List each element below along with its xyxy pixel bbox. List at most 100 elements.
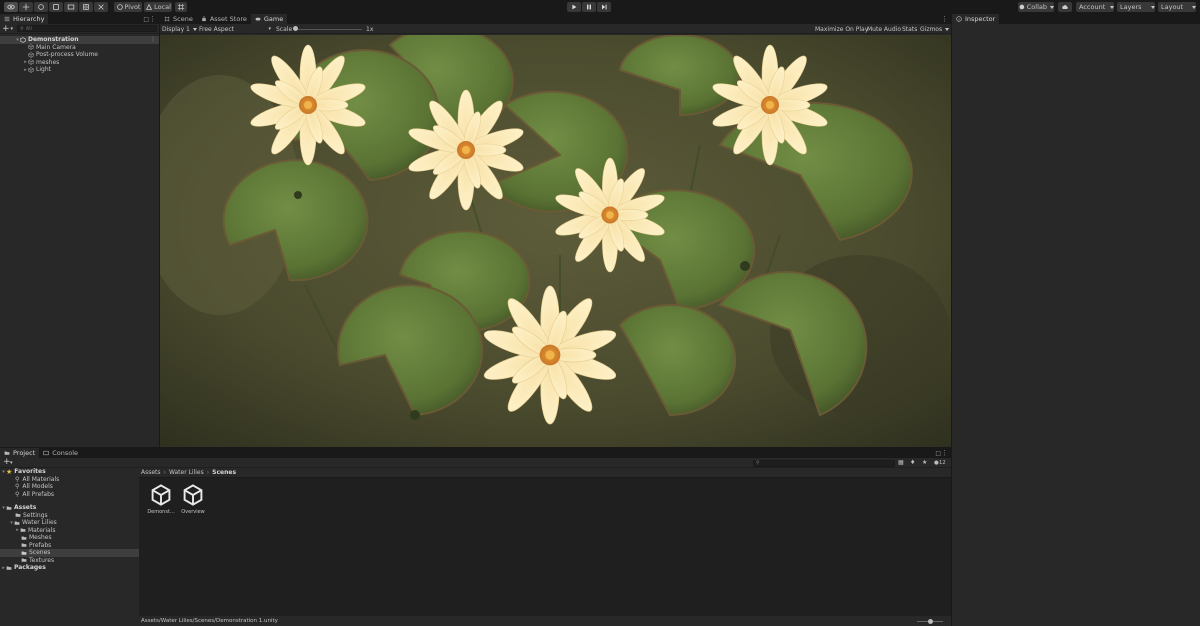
rect-tool-icon (67, 4, 75, 10)
unity-logo-icon (151, 484, 171, 506)
hierarchy-scene-row[interactable]: ▾ Demonstration ⋮ (0, 36, 159, 44)
console-tab-label: Console (52, 449, 79, 457)
chevron-right-icon: › (206, 469, 210, 476)
gizmos-dropdown[interactable]: Gizmos (920, 25, 949, 33)
pause-button[interactable] (582, 2, 596, 12)
folder-item[interactable]: Meshes (0, 534, 139, 542)
folder-item-selected[interactable]: Scenes (0, 549, 139, 557)
favorite-item[interactable]: ⚲ All Models (0, 483, 139, 491)
filter-label-icon[interactable]: ♦ (910, 459, 915, 466)
more-menu-icon[interactable]: ⋮ (149, 15, 156, 23)
favorite-item[interactable]: ⚲ All Prefabs (0, 491, 139, 499)
play-button[interactable] (567, 2, 581, 12)
tab-game-label: Game (263, 15, 284, 23)
visible-count-value: 12 (938, 460, 946, 466)
chevron-down-icon[interactable]: ▾ (10, 460, 13, 466)
folder-item[interactable]: Textures (0, 557, 139, 565)
project-search-input[interactable]: ⚲ (753, 459, 895, 467)
tab-hierarchy[interactable]: Hierarchy (0, 14, 49, 24)
hierarchy-item[interactable]: ▸ meshes (0, 59, 159, 67)
local-toggle[interactable]: Local (144, 2, 172, 12)
tab-console[interactable]: Console (39, 448, 82, 458)
breadcrumb-item-current[interactable]: Scenes (212, 469, 236, 476)
unity-scene-icon (20, 37, 26, 43)
layout-dropdown[interactable]: Layout (1158, 2, 1196, 12)
tab-inspector[interactable]: Inspector (952, 14, 1000, 24)
stats-toggle[interactable]: Stats (902, 26, 917, 33)
assets-row[interactable]: ▾ Assets (0, 504, 139, 512)
scene-menu-icon[interactable]: ⋮ (150, 36, 156, 43)
move-tool-button[interactable] (19, 2, 33, 12)
icon-size-slider-handle[interactable] (928, 618, 933, 624)
packages-row[interactable]: ▸ Packages (0, 564, 139, 572)
hierarchy-item[interactable]: Post-process Volume (0, 51, 159, 59)
unity-logo-icon (183, 484, 203, 506)
add-object-icon[interactable]: + (2, 24, 10, 34)
cloud-button[interactable] (1058, 2, 1072, 12)
gamepad-icon (255, 17, 261, 21)
game-viewport[interactable] (160, 35, 951, 447)
hierarchy-item[interactable]: Main Camera (0, 44, 159, 52)
transform-icon (83, 4, 89, 10)
visible-count: ●12 (934, 460, 946, 466)
aspect-dropdown[interactable]: Free Aspect ▾ (199, 25, 271, 33)
scene-file-item[interactable]: Demonst... (143, 482, 179, 518)
transform-tool-button[interactable] (79, 2, 93, 12)
step-button[interactable] (597, 2, 611, 12)
rotate-tool-button[interactable] (34, 2, 48, 12)
tab-scene[interactable]: Scene (160, 14, 197, 24)
breadcrumb-item[interactable]: Water Lilies (169, 469, 204, 476)
grid-snap-button[interactable] (175, 2, 187, 12)
breadcrumb-item[interactable]: Assets (141, 469, 161, 476)
hierarchy-item[interactable]: ▸ Light (0, 66, 159, 74)
list-icon (4, 16, 10, 22)
scale-slider[interactable] (294, 28, 362, 30)
chevron-down-icon[interactable]: ▾ (11, 26, 14, 32)
hierarchy-search-input[interactable]: ⚲ All (17, 25, 157, 32)
rect-tool-button[interactable] (64, 2, 78, 12)
tab-scene-label: Scene (173, 15, 193, 23)
favorites-label: Favorites (14, 468, 46, 476)
more-menu-icon[interactable]: ⋮ (941, 449, 948, 457)
custom-tool-button[interactable] (94, 2, 108, 12)
collab-icon (1019, 4, 1025, 10)
folder-label: Materials (28, 526, 56, 534)
cube-icon (28, 59, 34, 65)
favorite-item[interactable]: ⚲ All Materials (0, 476, 139, 484)
account-dropdown[interactable]: Account (1076, 2, 1114, 12)
pause-icon (587, 4, 591, 10)
mute-audio-toggle[interactable]: Mute Audio (867, 26, 901, 33)
hierarchy-item-label: Main Camera (36, 43, 76, 51)
water-lily-render (160, 35, 951, 447)
view-tool-button[interactable] (4, 2, 18, 12)
layers-dropdown[interactable]: Layers (1117, 2, 1155, 12)
scene-file-item[interactable]: Overview (175, 482, 211, 518)
scale-label: Scale (276, 26, 293, 33)
folder-label: Prefabs (29, 541, 52, 549)
pivot-toggle[interactable]: Pivot (114, 2, 142, 12)
local-label: Local (154, 3, 171, 11)
folder-label: Meshes (29, 534, 52, 542)
tab-asset-store[interactable]: Asset Store (197, 14, 251, 24)
tab-game[interactable]: Game (250, 14, 288, 24)
cloud-icon (1062, 5, 1068, 9)
folder-item[interactable]: Settings (0, 512, 139, 520)
scale-slider-handle[interactable] (293, 26, 298, 31)
display-dropdown[interactable]: Display 1 (162, 25, 197, 33)
folder-item[interactable]: ▾ Water Lilies (0, 519, 139, 527)
selected-asset-path: Assets/Water Lilies/Scenes/Demonstration… (141, 618, 278, 624)
maximize-on-play-toggle[interactable]: Maximize On Play (815, 26, 868, 33)
favorites-row[interactable]: ▾ ★ Favorites (0, 468, 139, 476)
game-toolbar: Display 1 Free Aspect ▾ Scale 1x Maximiz… (160, 24, 951, 34)
collab-dropdown[interactable]: Collab (1018, 2, 1054, 12)
pivot-icon (116, 4, 123, 10)
project-tabbar: Project Console □ ⋮ (0, 448, 951, 458)
folder-item[interactable]: Prefabs (0, 542, 139, 550)
scale-tool-button[interactable] (49, 2, 63, 12)
folder-item[interactable]: ▸ Materials (0, 527, 139, 535)
filter-type-icon[interactable]: ▦ (898, 459, 904, 466)
more-menu-icon[interactable]: ⋮ (941, 15, 948, 23)
favorite-star-icon[interactable]: ★ (922, 459, 927, 466)
info-icon (956, 16, 962, 22)
account-label: Account (1079, 3, 1106, 11)
